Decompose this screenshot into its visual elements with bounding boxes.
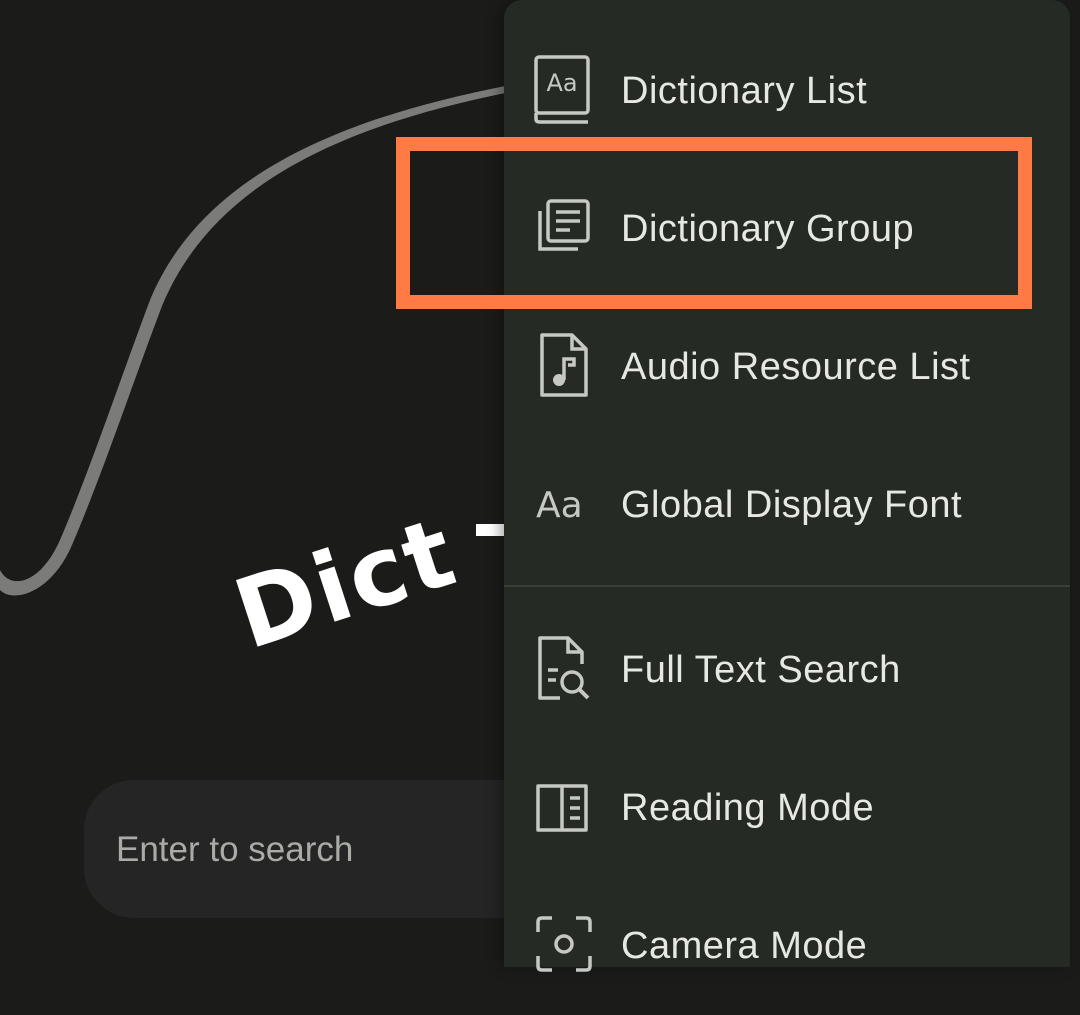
- svg-text:Aa: Aa: [546, 69, 577, 97]
- background-curve: [0, 85, 510, 596]
- menu-item-label: Dictionary List: [621, 70, 868, 112]
- menu-divider: [504, 585, 1070, 587]
- menu-item-dictionary-group[interactable]: Dictionary Group: [504, 160, 1070, 298]
- menu-item-label: Audio Resource List: [621, 346, 971, 388]
- app-logo-text: Dict: [221, 495, 469, 672]
- menu-item-full-text-search[interactable]: Full Text Search: [504, 601, 1070, 739]
- book-aa-icon: Aa: [532, 55, 596, 125]
- menu-item-audio-resource-list[interactable]: Audio Resource List: [504, 298, 1070, 436]
- stacked-documents-icon: [532, 193, 596, 263]
- menu-item-global-display-font[interactable]: Aa Global Display Font: [504, 436, 1070, 574]
- menu-item-label: Camera Mode: [621, 925, 868, 967]
- app-logo: Dict: [222, 496, 469, 672]
- menu-item-label: Reading Mode: [621, 787, 875, 829]
- menu-item-camera-mode[interactable]: Camera Mode: [504, 877, 1070, 1015]
- menu-item-label: Dictionary Group: [621, 208, 915, 250]
- menu-item-label: Global Display Font: [621, 484, 963, 526]
- camera-scan-icon: [532, 910, 596, 980]
- open-book-icon: [532, 772, 596, 842]
- svg-text:Aa: Aa: [536, 485, 583, 526]
- audio-file-icon: [532, 331, 596, 401]
- overflow-menu: Aa Dictionary List Dictionary Group Audi…: [504, 0, 1070, 972]
- menu-item-reading-mode[interactable]: Reading Mode: [504, 739, 1070, 877]
- app-logo-mark: [476, 524, 506, 536]
- search-input[interactable]: [114, 780, 538, 920]
- document-search-icon: [532, 634, 596, 704]
- menu-item-label: Full Text Search: [621, 649, 901, 691]
- font-aa-icon: Aa: [532, 469, 596, 539]
- menu-item-dictionary-list[interactable]: Aa Dictionary List: [504, 22, 1070, 160]
